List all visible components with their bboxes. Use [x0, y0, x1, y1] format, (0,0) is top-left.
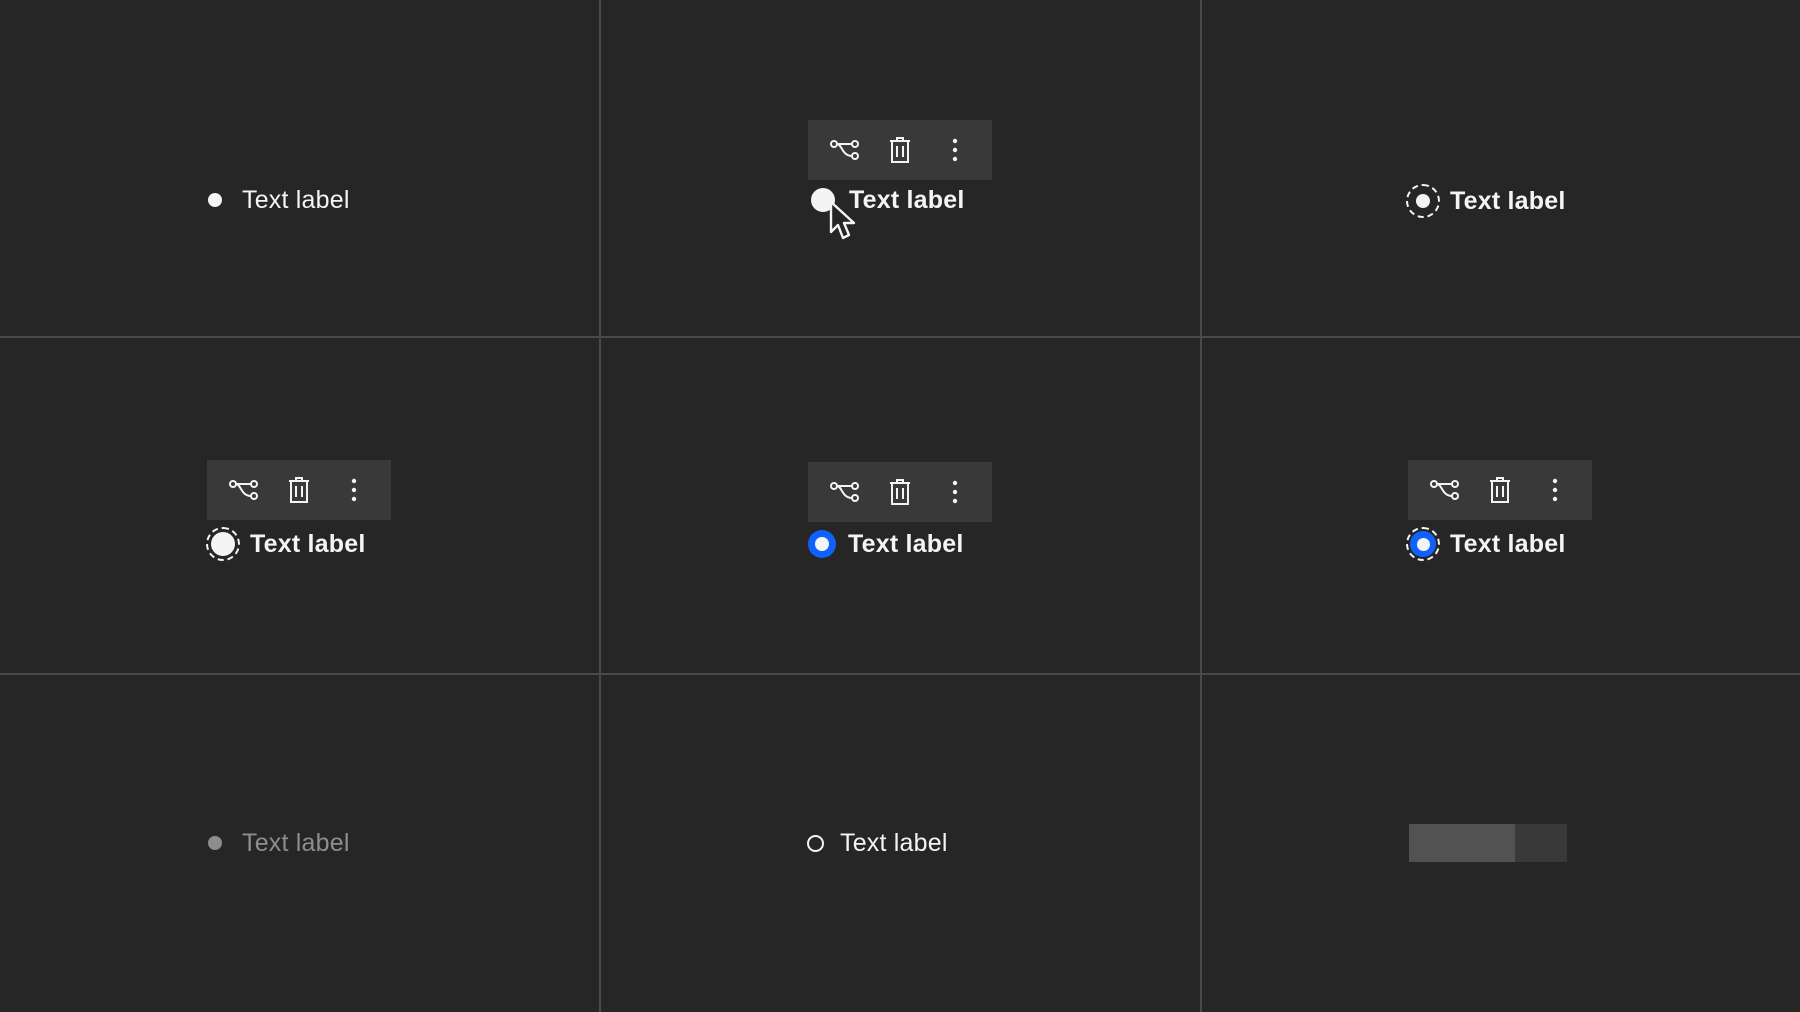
flow-button[interactable]: [1423, 468, 1467, 512]
node-label: Text label: [840, 828, 948, 857]
trash-can-icon: [1489, 477, 1510, 503]
trash-can-icon: [889, 479, 910, 505]
flow-icon: [1430, 480, 1460, 500]
flow-icon: [229, 480, 259, 500]
node-selected-dot: [808, 530, 836, 558]
overflow-menu-button[interactable]: [1533, 468, 1577, 512]
trash-can-icon: [288, 477, 309, 503]
flow-icon: [830, 482, 860, 502]
grid-divider: [0, 673, 1800, 675]
node-dot-outline: [807, 834, 824, 852]
overflow-menu-button[interactable]: [933, 128, 977, 172]
node-toolbar: [1408, 460, 1592, 520]
node-selected-dot: [1410, 531, 1436, 557]
flow-button[interactable]: [823, 470, 867, 514]
delete-button[interactable]: [277, 468, 321, 512]
overflow-menu-vertical-icon: [1552, 478, 1557, 502]
node-toolbar: [808, 120, 992, 180]
delete-button[interactable]: [878, 128, 922, 172]
node-label: Text label: [848, 529, 964, 558]
mouse-pointer-icon: [829, 200, 856, 240]
delete-button[interactable]: [1478, 468, 1522, 512]
node-selected-focus[interactable]: Text label: [1406, 526, 1565, 562]
flow-button[interactable]: [222, 468, 266, 512]
overflow-menu-vertical-icon: [952, 480, 957, 504]
node-focus-ring: [1406, 527, 1440, 561]
node-toolbar: [207, 460, 391, 520]
node-disabled: Text label: [208, 827, 350, 859]
skeleton-fill: [1409, 824, 1515, 862]
overflow-menu-vertical-icon: [952, 138, 957, 162]
node-outline[interactable]: Text label: [807, 827, 948, 859]
overflow-menu-vertical-icon: [351, 478, 356, 502]
grid-divider: [599, 0, 601, 1012]
grid-divider: [1200, 0, 1202, 1012]
node-label: Text label: [242, 185, 350, 214]
node-dot: [208, 836, 222, 850]
node-toolbar: [808, 462, 992, 522]
node-focus-ring: [206, 527, 240, 561]
node-default[interactable]: Text label: [208, 184, 350, 216]
node-selected[interactable]: Text label: [808, 529, 963, 559]
node-label: Text label: [1450, 529, 1566, 558]
node-focus-hover[interactable]: Text label: [206, 526, 365, 562]
delete-button[interactable]: [878, 470, 922, 514]
grid-divider: [0, 336, 1800, 338]
overflow-menu-button[interactable]: [933, 470, 977, 514]
overflow-menu-button[interactable]: [332, 468, 376, 512]
node-dot: [208, 193, 222, 207]
node-label: Text label: [1450, 186, 1566, 215]
node-label: Text label: [849, 185, 965, 214]
node-label: Text label: [242, 828, 350, 857]
node-focus[interactable]: Text label: [1406, 183, 1565, 219]
node-focus-ring: [1406, 184, 1440, 218]
flow-button[interactable]: [823, 128, 867, 172]
node-label: Text label: [250, 529, 366, 558]
trash-can-icon: [889, 137, 910, 163]
flow-icon: [830, 140, 860, 160]
node-skeleton: [1409, 824, 1567, 862]
